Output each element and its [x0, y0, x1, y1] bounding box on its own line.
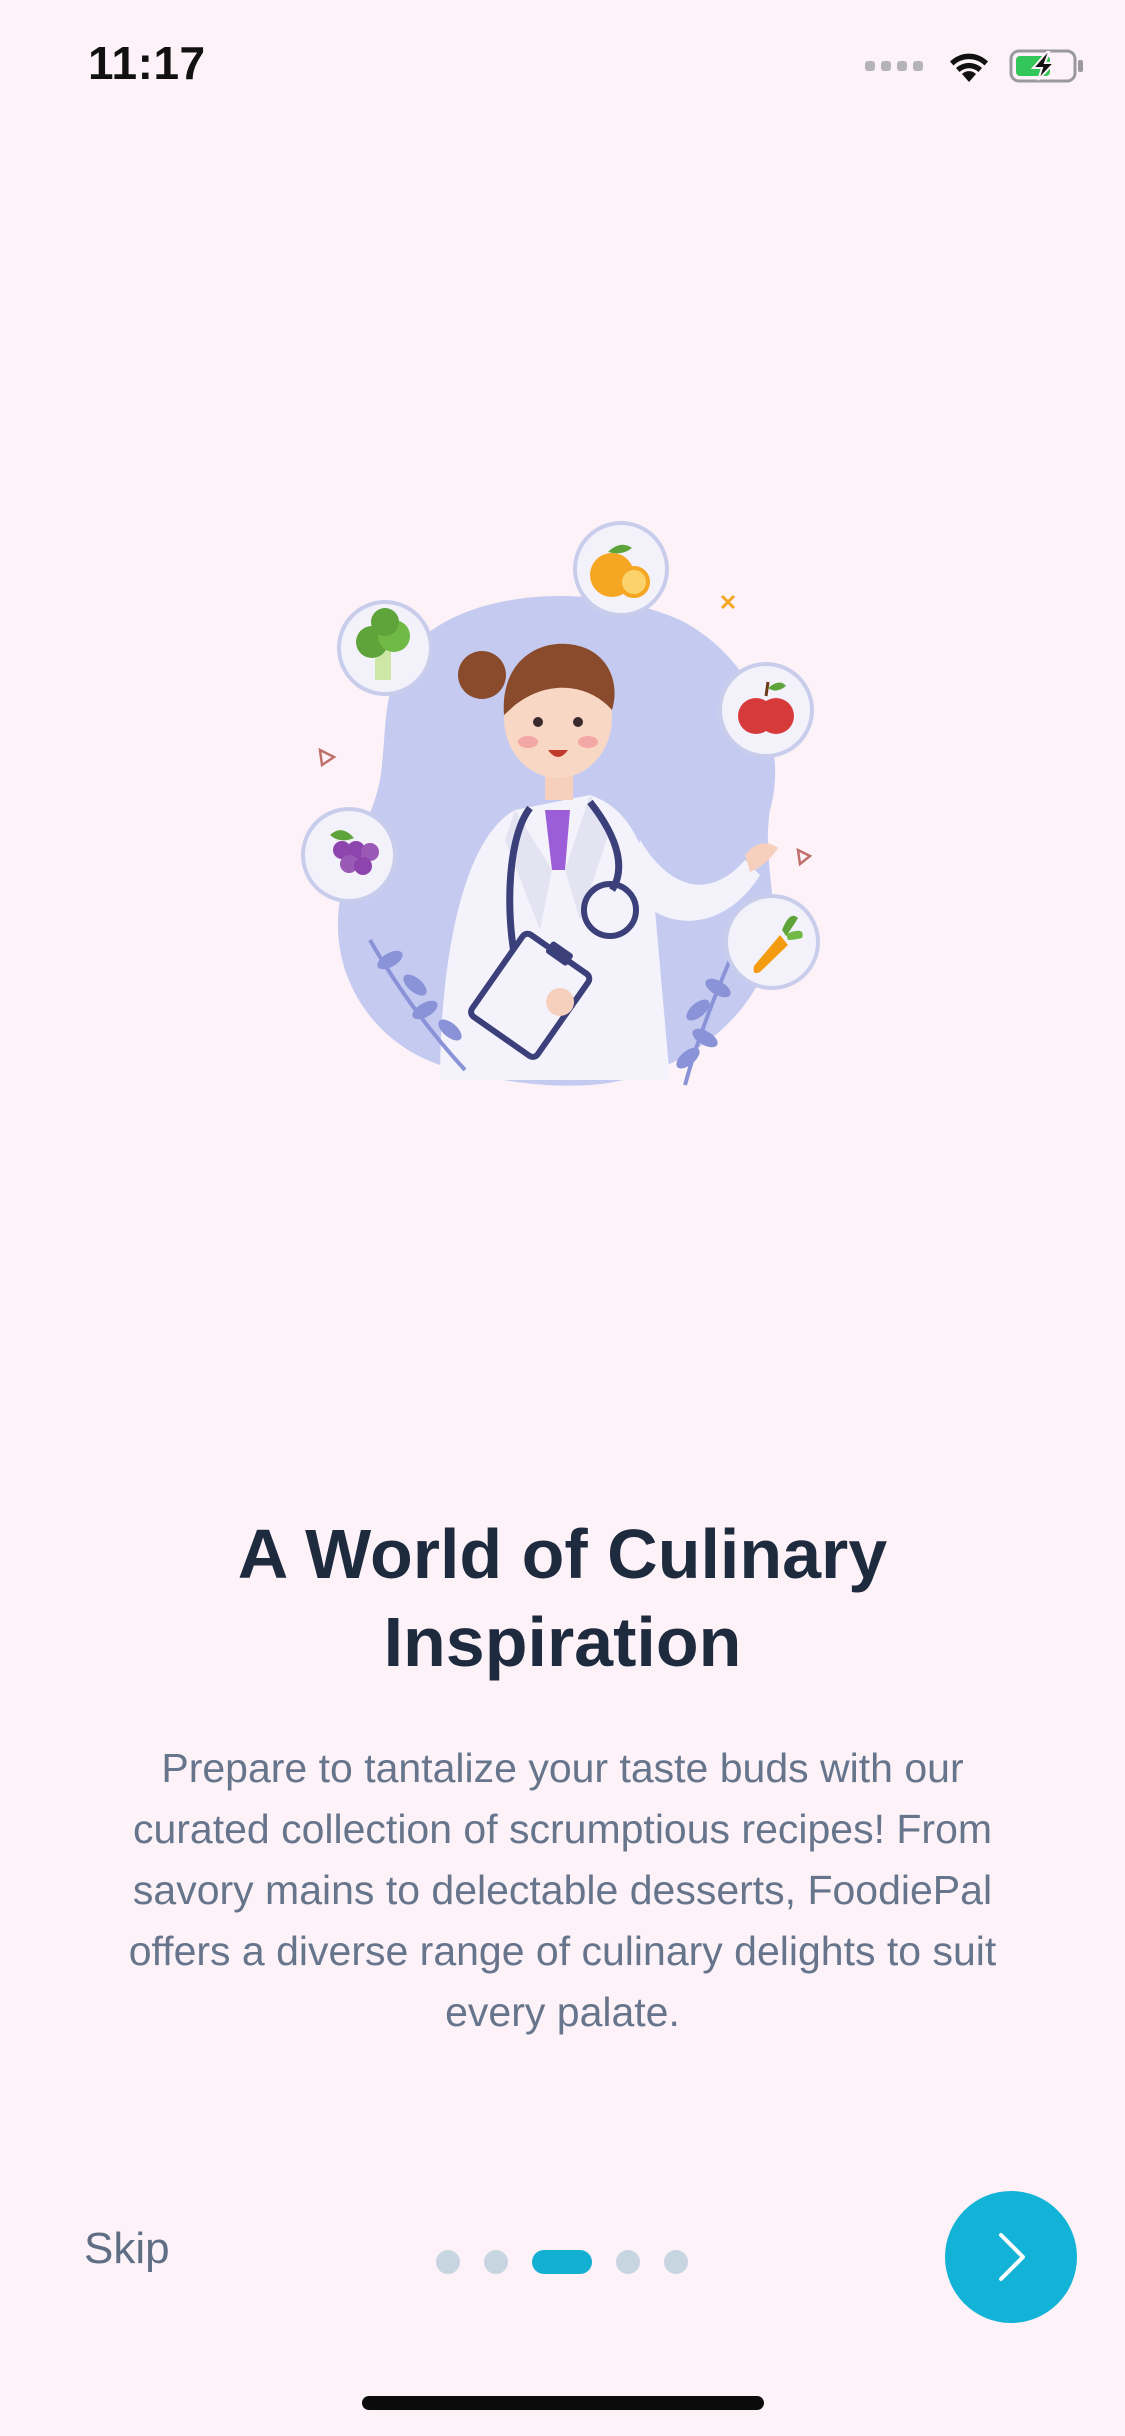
- grapes-icon: [301, 807, 397, 903]
- next-button[interactable]: [945, 2191, 1077, 2323]
- page-indicator: [436, 2250, 688, 2274]
- onboarding-description: Prepare to tantalize your taste buds wit…: [128, 1745, 997, 2035]
- onboarding-title: A World of Culinary Inspiration: [237, 1515, 888, 1681]
- home-indicator: [362, 2396, 764, 2410]
- broccoli-icon: [337, 600, 433, 696]
- page-dot-1[interactable]: [436, 2250, 460, 2274]
- cellular-signal-icon: [865, 61, 923, 71]
- carrot-icon: [724, 894, 820, 990]
- status-icons: [865, 48, 1085, 84]
- chevron-right-icon: [999, 2233, 1025, 2281]
- status-bar: 11:17: [0, 0, 1125, 140]
- page-dot-2[interactable]: [484, 2250, 508, 2274]
- page-dot-4[interactable]: [616, 2250, 640, 2274]
- page-dot-3-active[interactable]: [532, 2250, 592, 2274]
- battery-charging-icon: [1009, 49, 1083, 83]
- wifi-icon: [950, 53, 988, 82]
- apple-icon: [718, 662, 814, 758]
- orange-icon: [573, 521, 669, 617]
- skip-button[interactable]: Skip: [84, 2224, 170, 2274]
- page-dot-5[interactable]: [664, 2250, 688, 2274]
- doctor-with-fruits-illustration: [301, 521, 820, 1086]
- status-time: 11:17: [88, 37, 206, 89]
